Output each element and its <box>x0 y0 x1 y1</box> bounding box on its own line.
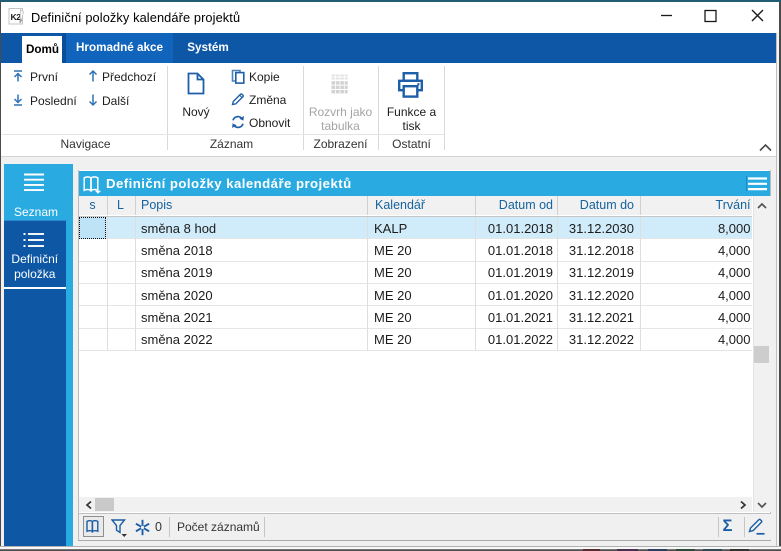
svg-text:K2: K2 <box>11 12 22 22</box>
